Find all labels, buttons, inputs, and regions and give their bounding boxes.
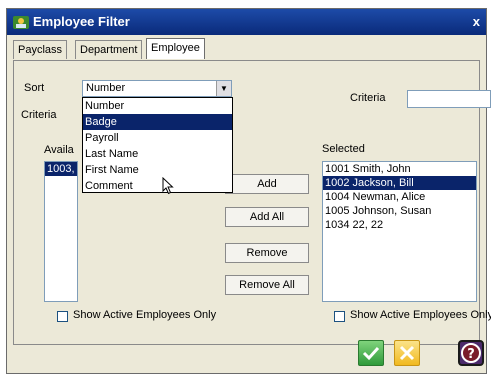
employee-tab-panel: Sort Number ▼ Criteria Number Badge Payr… — [13, 60, 491, 345]
criteria-label-left: Criteria — [21, 109, 57, 121]
tab-department[interactable]: Department — [75, 40, 143, 59]
remove-all-button[interactable]: Remove All — [225, 275, 309, 295]
ok-check-icon[interactable] — [358, 340, 384, 366]
help-question-icon[interactable]: ? — [458, 340, 484, 366]
criteria-input[interactable] — [407, 90, 491, 108]
svg-text:?: ? — [467, 347, 475, 362]
list-item-selected[interactable]: 1002 Jackson, Bill — [323, 176, 476, 190]
show-active-checkbox-right[interactable] — [334, 311, 345, 322]
list-item[interactable]: 1034 22, 22 — [323, 218, 476, 232]
sort-label: Sort — [24, 82, 45, 94]
tab-employee[interactable]: Employee — [146, 38, 205, 59]
list-item[interactable]: 1003, — [45, 162, 77, 176]
list-item[interactable]: 1005 Johnson, Susan — [323, 204, 476, 218]
dropdown-option[interactable]: Last Name — [83, 146, 232, 162]
tab-payclass[interactable]: Payclass — [13, 40, 68, 59]
dropdown-option[interactable]: Payroll — [83, 130, 232, 146]
dropdown-option[interactable]: First Name — [83, 162, 232, 178]
selected-listbox[interactable]: 1001 Smith, John 1002 Jackson, Bill 1004… — [322, 161, 477, 302]
add-all-button[interactable]: Add All — [225, 207, 309, 227]
sort-combobox[interactable]: Number ▼ — [82, 80, 232, 97]
title-bar: Employee Filter x — [7, 9, 486, 35]
selected-label: Selected — [322, 143, 365, 155]
show-active-checkbox-left[interactable] — [57, 311, 68, 322]
close-icon[interactable]: x — [473, 14, 480, 29]
app-icon — [13, 16, 29, 29]
mouse-cursor-icon — [162, 177, 174, 195]
list-item[interactable]: 1004 Newman, Alice — [323, 190, 476, 204]
available-label: Availa — [44, 144, 74, 156]
criteria-label-right: Criteria — [350, 92, 386, 104]
cancel-x-icon[interactable] — [394, 340, 420, 366]
chevron-down-icon[interactable]: ▼ — [216, 81, 231, 96]
remove-button[interactable]: Remove — [225, 243, 309, 263]
available-listbox[interactable]: 1003, — [44, 161, 78, 302]
dropdown-option[interactable]: Number — [83, 98, 232, 114]
sort-value: Number — [86, 82, 126, 94]
add-button[interactable]: Add — [225, 174, 309, 194]
show-active-label-right: Show Active Employees Only — [350, 309, 491, 321]
employee-filter-window: Employee Filter x Payclass Department Em… — [6, 8, 491, 374]
dropdown-option-highlighted[interactable]: Badge — [83, 114, 232, 130]
show-active-label-left: Show Active Employees Only — [73, 309, 217, 321]
sort-dropdown-list[interactable]: Number Badge Payroll Last Name First Nam… — [82, 97, 233, 193]
list-item[interactable]: 1001 Smith, John — [323, 162, 476, 176]
dropdown-option[interactable]: Comment — [83, 178, 232, 194]
window-title: Employee Filter — [33, 14, 130, 29]
